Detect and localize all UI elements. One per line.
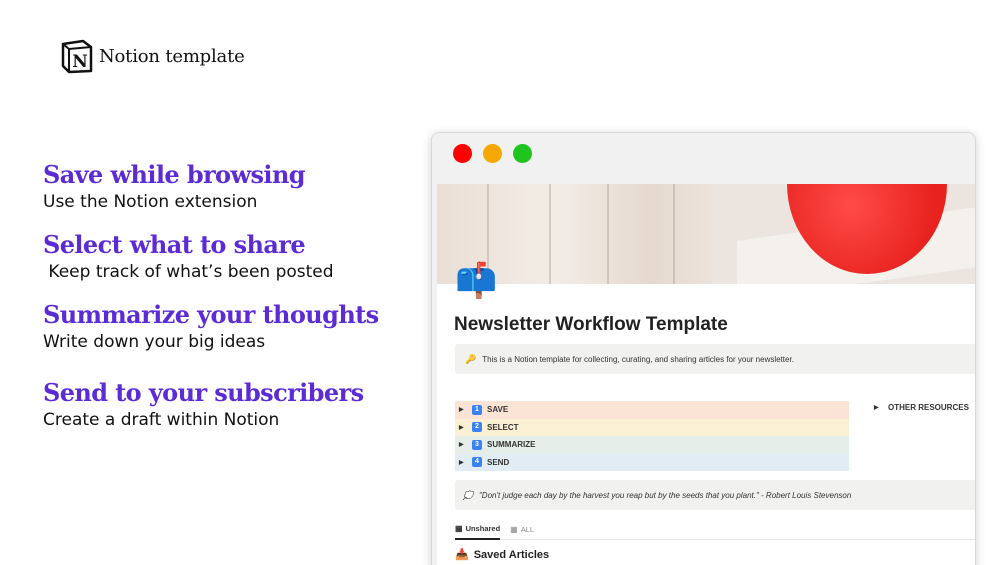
toggle-arrow-icon[interactable]: ▶ bbox=[874, 404, 882, 411]
intro-callout: 🔑 This is a Notion template for collecti… bbox=[455, 344, 975, 374]
toggle-save[interactable]: ▶ 1 SAVE bbox=[455, 401, 849, 419]
toggle-label: OTHER RESOURCES bbox=[888, 403, 969, 412]
feature-send: Send to your subscribers Create a draft … bbox=[43, 378, 364, 430]
tab-all[interactable]: ▦ ALL bbox=[510, 520, 534, 540]
wood-plank-line bbox=[549, 184, 551, 284]
toggle-label: SAVE bbox=[487, 405, 509, 415]
thought-bubble-icon: 💭 bbox=[463, 490, 473, 500]
quote-callout: 💭 "Don't judge each day by the harvest y… bbox=[455, 480, 975, 510]
feature-title: Save while browsing bbox=[43, 160, 306, 189]
toggle-arrow-icon[interactable]: ▶ bbox=[459, 406, 467, 413]
feature-desc: Create a draft within Notion bbox=[43, 410, 280, 430]
number-badge: 2 bbox=[472, 422, 482, 433]
toggle-send[interactable]: ▶ 4 SEND bbox=[455, 453, 849, 471]
toggle-label: SEND bbox=[487, 457, 510, 467]
saved-articles-heading[interactable]: 📥 Saved Articles bbox=[455, 548, 550, 562]
workflow-steps: ▶ 1 SAVE ▶ 2 SELECT ▶ 3 SUMMARIZE ▶ 4 SE… bbox=[455, 401, 849, 471]
brand: N Notion template bbox=[59, 38, 245, 74]
table-icon: ▦ bbox=[455, 524, 463, 533]
toggle-summarize[interactable]: ▶ 3 SUMMARIZE bbox=[455, 436, 849, 454]
feature-summarize: Summarize your thoughts Write down your … bbox=[43, 300, 379, 352]
toggle-arrow-icon[interactable]: ▶ bbox=[459, 459, 467, 466]
key-icon: 🔑 bbox=[465, 353, 477, 364]
page-title[interactable]: Newsletter Workflow Template bbox=[454, 314, 728, 336]
toggle-label: SELECT bbox=[487, 422, 519, 432]
mailbox-icon[interactable]: 📫 bbox=[455, 264, 497, 298]
number-badge: 1 bbox=[472, 404, 482, 415]
toggle-select[interactable]: ▶ 2 SELECT bbox=[455, 418, 849, 436]
database-view-tabs: ▦ Unshared ▦ ALL bbox=[455, 520, 975, 540]
window-controls bbox=[453, 144, 532, 163]
tab-unshared[interactable]: ▦ Unshared bbox=[455, 520, 501, 540]
toggle-other-resources[interactable]: ▶ OTHER RESOURCES bbox=[874, 403, 969, 412]
browser-window: 📫 Newsletter Workflow Template 🔑 This is… bbox=[431, 132, 976, 565]
number-badge: 4 bbox=[472, 457, 482, 468]
wood-plank-line bbox=[673, 184, 675, 284]
notion-logo-icon: N bbox=[61, 39, 93, 74]
brand-name: Notion template bbox=[99, 45, 245, 67]
inbox-icon: 📥 bbox=[455, 549, 469, 561]
svg-text:N: N bbox=[72, 52, 88, 72]
number-badge: 3 bbox=[472, 439, 482, 450]
close-button[interactable] bbox=[453, 144, 472, 163]
feature-title: Select what to share bbox=[43, 230, 306, 259]
notion-page: 📫 Newsletter Workflow Template 🔑 This is… bbox=[437, 184, 975, 565]
feature-title: Summarize your thoughts bbox=[43, 300, 379, 329]
feature-title: Send to your subscribers bbox=[43, 378, 364, 407]
feature-select: Select what to share Keep track of what’… bbox=[43, 230, 334, 282]
feature-desc: Write down your big ideas bbox=[43, 332, 266, 352]
cover-image bbox=[437, 184, 975, 284]
tab-label: Unshared bbox=[465, 524, 501, 533]
feature-desc: Use the Notion extension bbox=[43, 192, 258, 212]
table-icon: ▦ bbox=[510, 525, 518, 534]
feature-desc: Keep track of what’s been posted bbox=[43, 262, 334, 282]
toggle-arrow-icon[interactable]: ▶ bbox=[459, 441, 467, 448]
section-title: Saved Articles bbox=[473, 548, 550, 561]
zoom-button[interactable] bbox=[513, 144, 532, 163]
toggle-arrow-icon[interactable]: ▶ bbox=[459, 424, 467, 431]
callout-text: This is a Notion template for collecting… bbox=[482, 354, 794, 364]
tab-label: ALL bbox=[520, 525, 535, 534]
minimize-button[interactable] bbox=[483, 144, 502, 163]
toggle-label: SUMMARIZE bbox=[487, 440, 536, 450]
quote-text: "Don't judge each day by the harvest you… bbox=[478, 490, 852, 500]
feature-save: Save while browsing Use the Notion exten… bbox=[43, 160, 306, 212]
wood-plank-line bbox=[607, 184, 609, 284]
